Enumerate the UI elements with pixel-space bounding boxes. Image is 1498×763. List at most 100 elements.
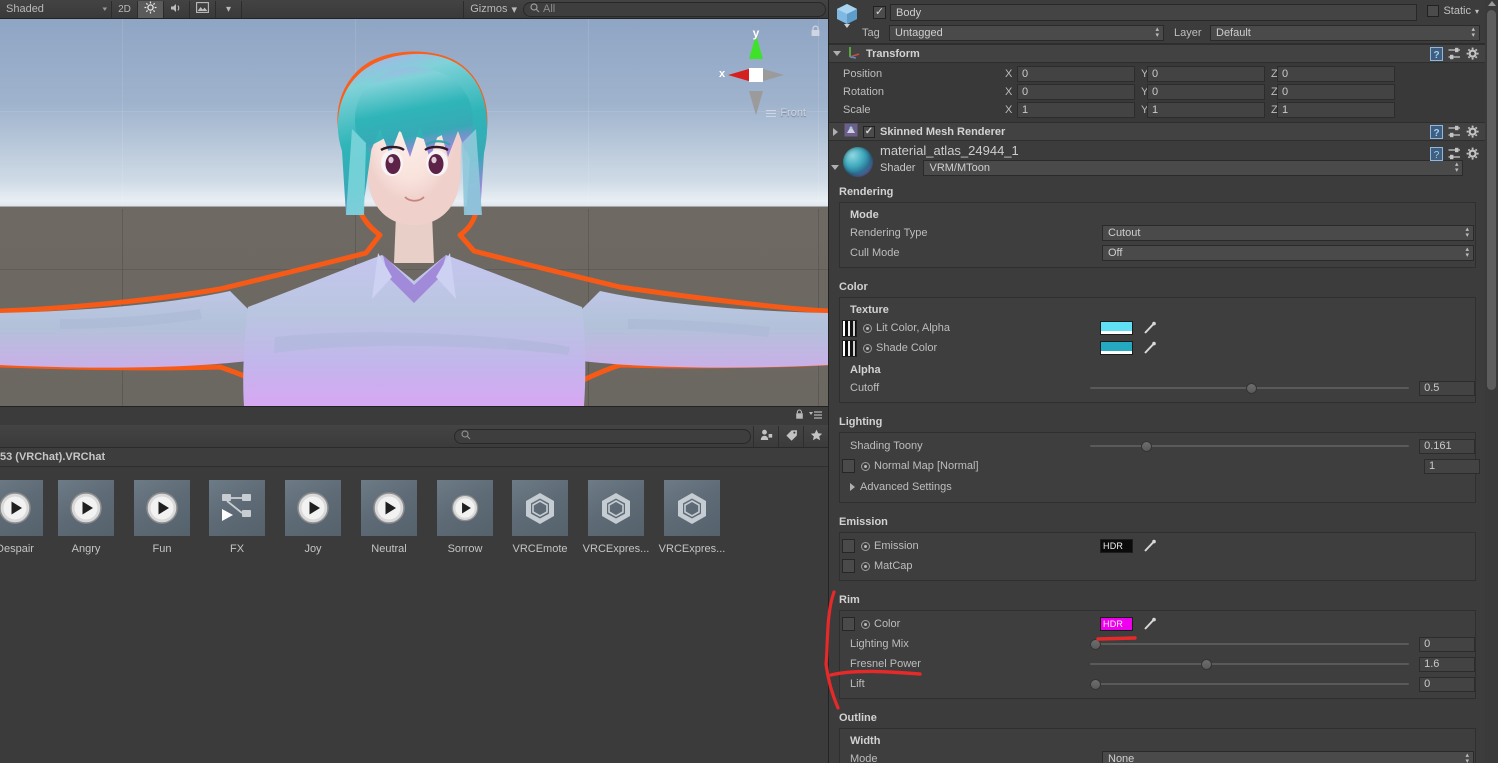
lock-icon[interactable] bbox=[810, 25, 821, 37]
cull-mode-dropdown[interactable]: Off ▴▾ bbox=[1102, 245, 1474, 261]
transform-component-header[interactable]: Transform ? bbox=[829, 44, 1486, 63]
lock-icon[interactable] bbox=[795, 409, 804, 423]
filter-by-label-button[interactable] bbox=[778, 426, 803, 447]
chevron-down-icon[interactable]: ▾ bbox=[1475, 7, 1479, 16]
texture-picker-icon[interactable] bbox=[861, 542, 870, 551]
rotation-y-field[interactable]: 0 bbox=[1147, 84, 1265, 100]
matcap-texture-slot[interactable] bbox=[842, 559, 855, 573]
texture-picker-icon[interactable] bbox=[863, 344, 872, 353]
scrollbar-thumb[interactable] bbox=[1487, 10, 1496, 390]
outline-mode-dropdown[interactable]: None ▴▾ bbox=[1102, 751, 1474, 763]
scale-x-field[interactable]: 1 bbox=[1017, 102, 1135, 118]
emission-color-swatch[interactable]: HDR bbox=[1100, 539, 1133, 553]
help-book-icon[interactable]: ? bbox=[1430, 47, 1443, 64]
foldout-arrow-icon[interactable] bbox=[850, 483, 855, 491]
help-book-icon[interactable]: ? bbox=[1430, 125, 1443, 142]
rim-texture-slot[interactable] bbox=[842, 617, 855, 631]
asset-item[interactable]: Neutral bbox=[346, 480, 432, 555]
cutoff-value-field[interactable]: 0.5 bbox=[1419, 381, 1475, 396]
help-book-icon[interactable]: ? bbox=[1430, 147, 1443, 164]
gameobject-name-input[interactable]: Body bbox=[890, 4, 1417, 21]
shading-toony-slider[interactable] bbox=[1090, 439, 1409, 453]
shade-color-swatch[interactable] bbox=[1100, 341, 1133, 355]
gameobject-enabled-checkbox[interactable]: ✓ bbox=[873, 6, 886, 19]
texture-picker-icon[interactable] bbox=[861, 562, 870, 571]
lighting-mix-value-field[interactable]: 0 bbox=[1419, 637, 1475, 652]
scene-audio-toggle[interactable] bbox=[164, 1, 190, 18]
scene-view-orientation-label[interactable]: Front bbox=[766, 107, 806, 119]
hamburger-menu-icon[interactable] bbox=[809, 410, 823, 423]
tag-dropdown[interactable]: Untagged ▴▾ bbox=[889, 25, 1164, 41]
scroll-up-arrow-icon[interactable] bbox=[1488, 1, 1496, 6]
scene-search-input[interactable]: All bbox=[523, 2, 826, 17]
rendering-type-dropdown[interactable]: Cutout ▴▾ bbox=[1102, 225, 1474, 241]
scale-z-field[interactable]: 1 bbox=[1277, 102, 1395, 118]
preset-icon[interactable] bbox=[1448, 47, 1461, 64]
inspector-scrollbar[interactable] bbox=[1485, 0, 1498, 763]
preset-icon[interactable] bbox=[1448, 125, 1461, 142]
asset-item[interactable]: Fun bbox=[119, 480, 205, 555]
slider-knob[interactable] bbox=[1141, 441, 1152, 452]
foldout-arrow-icon[interactable] bbox=[831, 165, 839, 170]
texture-picker-icon[interactable] bbox=[861, 462, 870, 471]
shader-dropdown[interactable]: VRM/MToon ▴▾ bbox=[923, 160, 1463, 176]
filter-favorites-button[interactable] bbox=[803, 426, 828, 447]
lift-slider[interactable] bbox=[1090, 677, 1409, 691]
cutoff-slider[interactable] bbox=[1090, 381, 1409, 395]
asset-item[interactable]: Sorrow bbox=[422, 480, 508, 555]
slider-knob[interactable] bbox=[1090, 639, 1101, 650]
asset-item[interactable]: VRCExpres... bbox=[573, 480, 659, 555]
shading-toony-value-field[interactable]: 0.161 bbox=[1419, 439, 1475, 454]
scene-fx-toggle[interactable] bbox=[190, 1, 216, 18]
texture-thumbnail-icon[interactable] bbox=[842, 320, 857, 337]
texture-picker-icon[interactable] bbox=[861, 620, 870, 629]
eyedropper-icon[interactable] bbox=[1143, 321, 1157, 335]
asset-item[interactable]: Joy bbox=[270, 480, 356, 555]
project-search-input[interactable] bbox=[454, 429, 751, 444]
texture-picker-icon[interactable] bbox=[863, 324, 872, 333]
scene-viewport[interactable]: y x Front bbox=[0, 19, 828, 406]
fresnel-power-value-field[interactable]: 1.6 bbox=[1419, 657, 1475, 672]
rotation-x-field[interactable]: 0 bbox=[1017, 84, 1135, 100]
material-name[interactable]: material_atlas_24944_1 bbox=[880, 143, 1019, 158]
layer-dropdown[interactable]: Default ▴▾ bbox=[1210, 25, 1480, 41]
eyedropper-icon[interactable] bbox=[1143, 539, 1157, 553]
rotation-z-field[interactable]: 0 bbox=[1277, 84, 1395, 100]
lighting-mix-slider[interactable] bbox=[1090, 637, 1409, 651]
project-asset-grid[interactable]: Despair Angry bbox=[0, 467, 828, 763]
fresnel-power-slider[interactable] bbox=[1090, 657, 1409, 671]
texture-thumbnail-icon[interactable] bbox=[842, 340, 857, 357]
slider-knob[interactable] bbox=[1246, 383, 1257, 394]
filter-by-type-button[interactable] bbox=[753, 426, 778, 447]
toggle-2d-button[interactable]: 2D bbox=[112, 1, 138, 18]
gear-icon[interactable] bbox=[1466, 47, 1480, 64]
project-breadcrumb[interactable]: 53 (VRChat).VRChat bbox=[0, 448, 828, 467]
gear-icon[interactable] bbox=[1466, 147, 1480, 164]
eyedropper-icon[interactable] bbox=[1143, 341, 1157, 355]
scene-fx-dropdown[interactable]: ▾ bbox=[216, 1, 242, 18]
normal-map-texture-slot[interactable] bbox=[842, 459, 855, 473]
renderer-enabled-checkbox[interactable]: ✓ bbox=[863, 126, 875, 138]
slider-knob[interactable] bbox=[1090, 679, 1101, 690]
lift-value-field[interactable]: 0 bbox=[1419, 677, 1475, 692]
preset-icon[interactable] bbox=[1448, 147, 1461, 164]
asset-item[interactable]: VRCExpres... bbox=[649, 480, 735, 555]
skinned-mesh-renderer-header[interactable]: ✓ Skinned Mesh Renderer ? bbox=[829, 122, 1486, 141]
position-z-field[interactable]: 0 bbox=[1277, 66, 1395, 82]
static-checkbox[interactable] bbox=[1427, 5, 1439, 17]
lit-color-swatch[interactable] bbox=[1100, 321, 1133, 335]
advanced-settings-foldout[interactable]: Advanced Settings bbox=[840, 476, 1475, 498]
asset-item[interactable]: VRCEmote bbox=[497, 480, 583, 555]
position-y-field[interactable]: 0 bbox=[1147, 66, 1265, 82]
emission-texture-slot[interactable] bbox=[842, 539, 855, 553]
scale-y-field[interactable]: 1 bbox=[1147, 102, 1265, 118]
static-toggle[interactable]: Static ▾ bbox=[1427, 5, 1479, 17]
eyedropper-icon[interactable] bbox=[1143, 617, 1157, 631]
foldout-arrow-icon[interactable] bbox=[833, 51, 841, 56]
foldout-arrow-icon[interactable] bbox=[833, 128, 838, 136]
asset-item[interactable]: FX bbox=[194, 480, 280, 555]
rim-color-swatch[interactable]: HDR bbox=[1100, 617, 1133, 631]
asset-item[interactable]: Angry bbox=[43, 480, 129, 555]
scene-lighting-toggle[interactable] bbox=[138, 1, 164, 18]
draw-mode-dropdown[interactable]: Shaded ▾ bbox=[0, 1, 112, 18]
